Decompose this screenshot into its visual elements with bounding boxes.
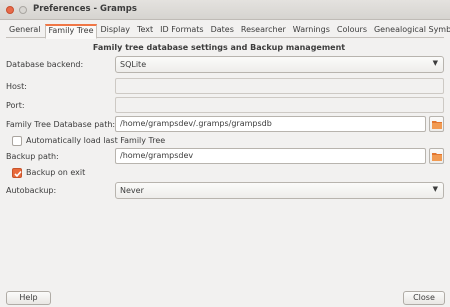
backup-path-field[interactable]: /home/grampsdev <box>115 148 426 164</box>
tab-bar: General Family Tree Display Text ID Form… <box>6 24 450 39</box>
db-path-label: Family Tree Database path: <box>6 120 116 129</box>
backup-path-value: /home/grampsdev <box>120 151 194 160</box>
backup-path-label: Backup path: <box>6 152 59 161</box>
backup-on-exit-checkbox[interactable] <box>12 168 22 178</box>
host-label: Host: <box>6 82 27 91</box>
db-path-value: /home/grampsdev/.gramps/grampsdb <box>120 119 272 128</box>
autobackup-value: Never <box>120 186 144 195</box>
port-label: Port: <box>6 101 25 110</box>
tab-dates[interactable]: Dates <box>208 24 238 38</box>
folder-icon <box>432 121 442 129</box>
autoload-label: Automatically load last Family Tree <box>26 136 166 145</box>
panel-heading: Family tree database settings and Backup… <box>92 43 346 52</box>
tab-researcher[interactable]: Researcher <box>238 24 290 38</box>
close-button[interactable]: Close <box>403 291 445 305</box>
tab-display[interactable]: Display <box>97 24 134 38</box>
chevron-down-icon: ▼ <box>432 59 438 67</box>
help-button[interactable]: Help <box>6 291 51 305</box>
tab-family-tree[interactable]: Family Tree <box>44 24 98 39</box>
database-backend-label: Database backend: <box>6 60 84 69</box>
tab-colours[interactable]: Colours <box>334 24 371 38</box>
chevron-down-icon: ▼ <box>432 185 438 193</box>
tab-general[interactable]: General <box>6 24 45 38</box>
title-bar: Preferences - Gramps <box>0 0 450 20</box>
host-field[interactable] <box>115 78 444 94</box>
db-path-browse-button[interactable] <box>429 116 444 132</box>
database-backend-select[interactable]: SQLite ▼ <box>115 56 444 73</box>
checkmark-icon <box>14 170 22 178</box>
backup-path-browse-button[interactable] <box>429 148 444 164</box>
database-backend-value: SQLite <box>120 60 147 69</box>
tab-genealogical-symbols[interactable]: Genealogical Symbols <box>371 24 450 38</box>
window-minimize-icon[interactable] <box>19 6 27 14</box>
autobackup-label: Autobackup: <box>6 186 57 195</box>
window-title: Preferences - Gramps <box>33 4 137 14</box>
tab-id-formats[interactable]: ID Formats <box>157 24 207 38</box>
window-close-icon[interactable] <box>6 6 14 14</box>
backup-on-exit-label: Backup on exit <box>26 168 86 177</box>
tab-text[interactable]: Text <box>134 24 157 38</box>
autoload-checkbox[interactable] <box>12 136 22 146</box>
autobackup-select[interactable]: Never ▼ <box>115 182 444 199</box>
folder-icon <box>432 153 442 161</box>
port-field[interactable] <box>115 97 444 113</box>
dialog-button-bar: Help Close <box>0 286 450 307</box>
db-path-field[interactable]: /home/grampsdev/.gramps/grampsdb <box>115 116 426 132</box>
tab-warnings[interactable]: Warnings <box>290 24 334 38</box>
